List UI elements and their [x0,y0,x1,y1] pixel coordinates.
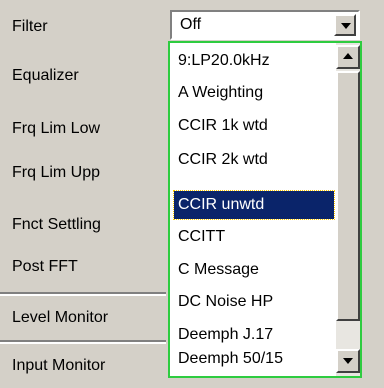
equalizer-label: Equalizer [12,67,79,84]
list-item[interactable]: A Weighting [174,79,334,107]
arrow-down-icon [343,358,353,364]
filter-label: Filter [12,18,48,35]
frq-lim-upp-label: Frq Lim Upp [12,164,101,181]
list-item[interactable]: Deemph 50/15 [174,345,334,373]
filter-combobox-value: Off [180,16,202,33]
post-fft-label: Post FFT [12,258,78,275]
list-item[interactable]: DC Noise HP [174,288,334,316]
list-item[interactable]: CCIR 1k wtd [174,112,334,140]
filter-dropdown-list[interactable]: 9:LP20.0kHz A Weighting CCIR 1k wtd CCIR… [168,41,362,378]
list-item[interactable]: 9:LP20.0kHz [174,47,334,75]
list-item[interactable]: C Message [174,256,334,284]
list-scrollbar[interactable] [336,43,360,376]
list-item[interactable]: CCITT [174,223,334,251]
arrow-up-icon [343,53,353,59]
input-monitor-label[interactable]: Input Monitor [0,344,166,388]
scroll-down-button[interactable] [336,349,360,373]
combo-dropdown-button[interactable] [334,14,356,36]
label-column: Filter Equalizer Frq Lim Low Frq Lim Upp… [0,0,166,384]
level-monitor-label[interactable]: Level Monitor [0,296,166,340]
list-item[interactable]: CCIR 2k wtd [174,146,334,174]
filter-combobox[interactable]: Off [170,10,360,40]
frq-lim-low-label: Frq Lim Low [12,120,101,137]
fnct-settling-label: Fnct Settling [12,216,101,233]
list-item-selected[interactable]: CCIR unwtd [173,190,335,220]
filter-settings-panel: Filter Equalizer Frq Lim Low Frq Lim Upp… [0,0,384,384]
scroll-up-button[interactable] [336,45,360,69]
arrow-down-icon [341,23,351,29]
scrollbar-thumb[interactable] [336,71,360,321]
